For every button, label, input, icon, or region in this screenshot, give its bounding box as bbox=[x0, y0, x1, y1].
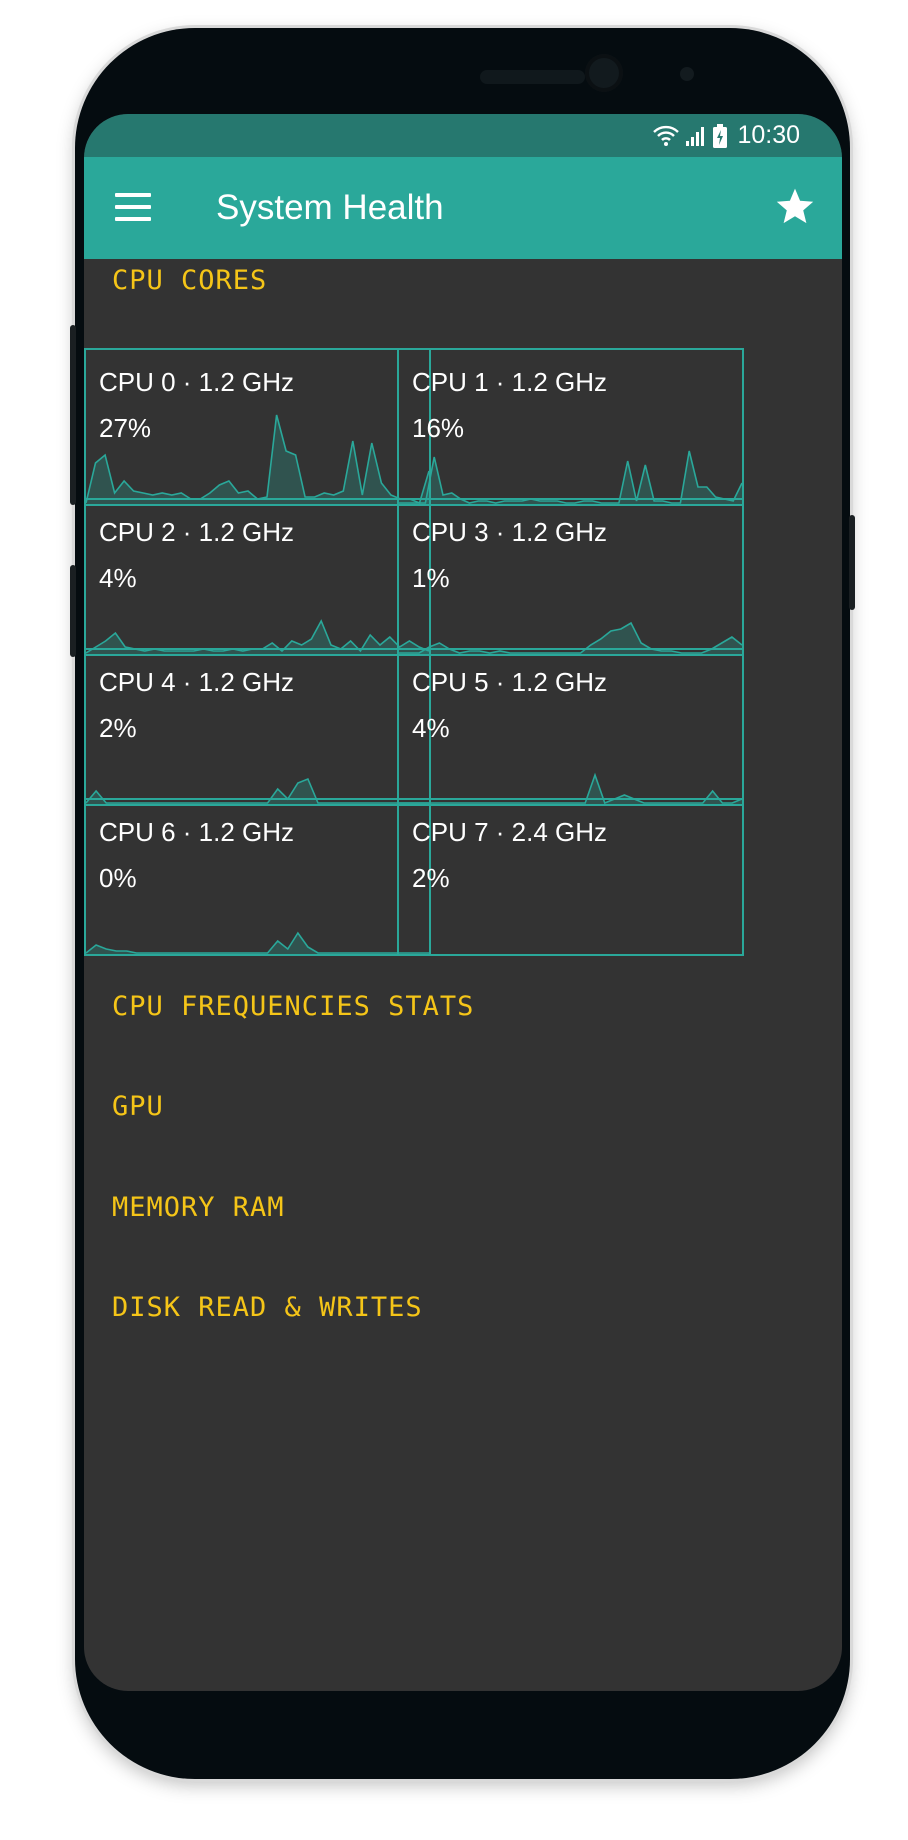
menu-icon[interactable] bbox=[115, 193, 151, 223]
cpu-core-card[interactable]: CPU 1 · 1.2 GHz 16% bbox=[397, 348, 744, 506]
cpu-core-card[interactable]: CPU 0 · 1.2 GHz 27% bbox=[84, 348, 431, 506]
screen: 10:30 System Health CPU CORES CPU 0 · 1.… bbox=[84, 114, 842, 1691]
front-camera bbox=[585, 54, 623, 92]
section-disk[interactable]: DISK READ & WRITES bbox=[112, 1292, 423, 1323]
cpu-core-label: CPU 7 · 2.4 GHz bbox=[412, 817, 608, 847]
signal-icon bbox=[686, 126, 705, 146]
cpu-usage-sparkline bbox=[399, 772, 742, 804]
cpu-core-card[interactable]: CPU 2 · 1.2 GHz 4% bbox=[84, 498, 431, 656]
cpu-core-card[interactable]: CPU 5 · 1.2 GHz 4% bbox=[397, 648, 744, 806]
side-button-right bbox=[849, 515, 855, 610]
cpu-core-card[interactable]: CPU 4 · 1.2 GHz 2% bbox=[84, 648, 431, 806]
sparkline-area bbox=[86, 933, 429, 954]
section-cpu-frequencies[interactable]: CPU FREQUENCIES STATS bbox=[112, 991, 474, 1022]
earpiece-speaker bbox=[480, 70, 585, 84]
sparkline-area bbox=[86, 415, 429, 504]
wifi-icon bbox=[653, 125, 680, 146]
battery-charging-icon bbox=[713, 123, 728, 148]
page-title: System Health bbox=[216, 188, 444, 227]
cpu-usage-sparkline bbox=[86, 931, 429, 954]
star-icon[interactable] bbox=[774, 186, 816, 228]
cpu-core-card[interactable]: CPU 7 · 2.4 GHz 2% bbox=[397, 798, 744, 956]
cpu-core-card[interactable]: CPU 6 · 1.2 GHz 0% bbox=[84, 798, 431, 956]
cpu-core-label: CPU 1 · 1.2 GHz bbox=[412, 367, 608, 397]
cpu-core-label: CPU 4 · 1.2 GHz bbox=[99, 667, 295, 697]
cpu-usage-sparkline bbox=[86, 414, 429, 504]
section-memory-ram[interactable]: MEMORY RAM bbox=[112, 1192, 285, 1223]
section-gpu[interactable]: GPU bbox=[112, 1091, 164, 1122]
app-toolbar: System Health bbox=[84, 157, 842, 259]
sparkline-line bbox=[86, 931, 429, 954]
cpu-usage-sparkline bbox=[399, 621, 742, 654]
side-button-left-lower bbox=[70, 565, 76, 657]
status-bar: 10:30 bbox=[84, 114, 842, 157]
cpu-usage-sparkline bbox=[399, 854, 742, 954]
cpu-core-label: CPU 6 · 1.2 GHz bbox=[99, 817, 295, 847]
section-cpu-cores[interactable]: CPU CORES bbox=[112, 265, 267, 296]
cpu-core-label: CPU 2 · 1.2 GHz bbox=[99, 517, 295, 547]
cpu-usage-sparkline bbox=[86, 619, 429, 654]
cpu-usage-sparkline bbox=[86, 777, 429, 804]
side-button-left-upper bbox=[70, 325, 76, 505]
proximity-sensor bbox=[680, 67, 694, 81]
cpu-core-card[interactable]: CPU 3 · 1.2 GHz 1% bbox=[397, 498, 744, 656]
cpu-core-label: CPU 5 · 1.2 GHz bbox=[412, 667, 608, 697]
cpu-usage-sparkline bbox=[399, 450, 742, 504]
status-time: 10:30 bbox=[737, 121, 800, 149]
cpu-core-label: CPU 3 · 1.2 GHz bbox=[412, 517, 608, 547]
cpu-core-label: CPU 0 · 1.2 GHz bbox=[99, 367, 295, 397]
